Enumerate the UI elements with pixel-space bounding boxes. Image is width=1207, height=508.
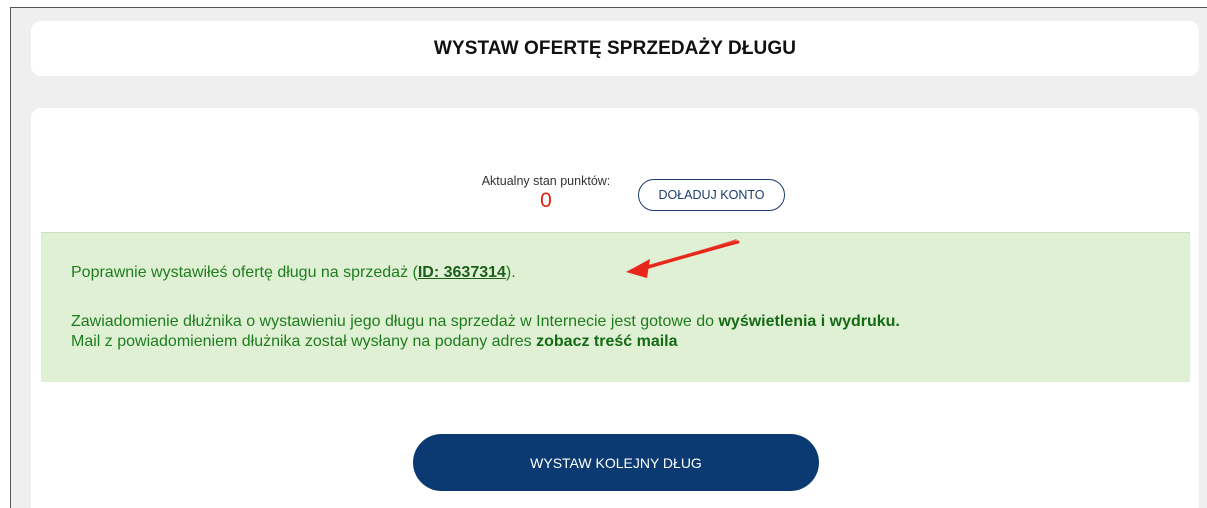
notice-ready-line: Zawiadomienie dłużnika o wystawieniu jeg…: [71, 312, 900, 332]
mail-sent-text: Mail z powiadomieniem dłużnika został wy…: [71, 333, 537, 350]
offer-confirmation-suffix: ).: [505, 264, 516, 281]
offer-confirmation-line: Poprawnie wystawiłeś ofertę długu na spr…: [71, 263, 516, 283]
points-status: Aktualny stan punktów: 0: [471, 174, 621, 212]
notice-ready-text: Zawiadomienie dłużnika o wystawieniu jeg…: [71, 313, 719, 330]
view-print-notice-link[interactable]: wyświetlenia i wydruku.: [718, 313, 899, 330]
success-message-box: Poprawnie wystawiłeś ofertę długu na spr…: [41, 232, 1190, 382]
offer-confirmation-text: Poprawnie wystawiłeś ofertę długu na spr…: [71, 264, 418, 281]
page-title: WYSTAW OFERTĘ SPRZEDAŻY DŁUGU: [433, 37, 797, 59]
top-up-account-button[interactable]: DOŁADUJ KONTO: [638, 179, 785, 211]
offer-id-link[interactable]: ID: 3637314: [418, 264, 506, 281]
header-card: WYSTAW OFERTĘ SPRZEDAŻY DŁUGU: [31, 21, 1199, 76]
view-mail-content-link[interactable]: zobacz treść maila: [536, 333, 677, 350]
points-label: Aktualny stan punktów:: [481, 174, 611, 188]
points-value: 0: [540, 189, 552, 212]
mail-sent-line: Mail z powiadomieniem dłużnika został wy…: [71, 332, 678, 352]
red-arrow-annotation-icon: [626, 239, 740, 278]
add-next-debt-button[interactable]: WYSTAW KOLEJNY DŁUG: [413, 434, 819, 491]
